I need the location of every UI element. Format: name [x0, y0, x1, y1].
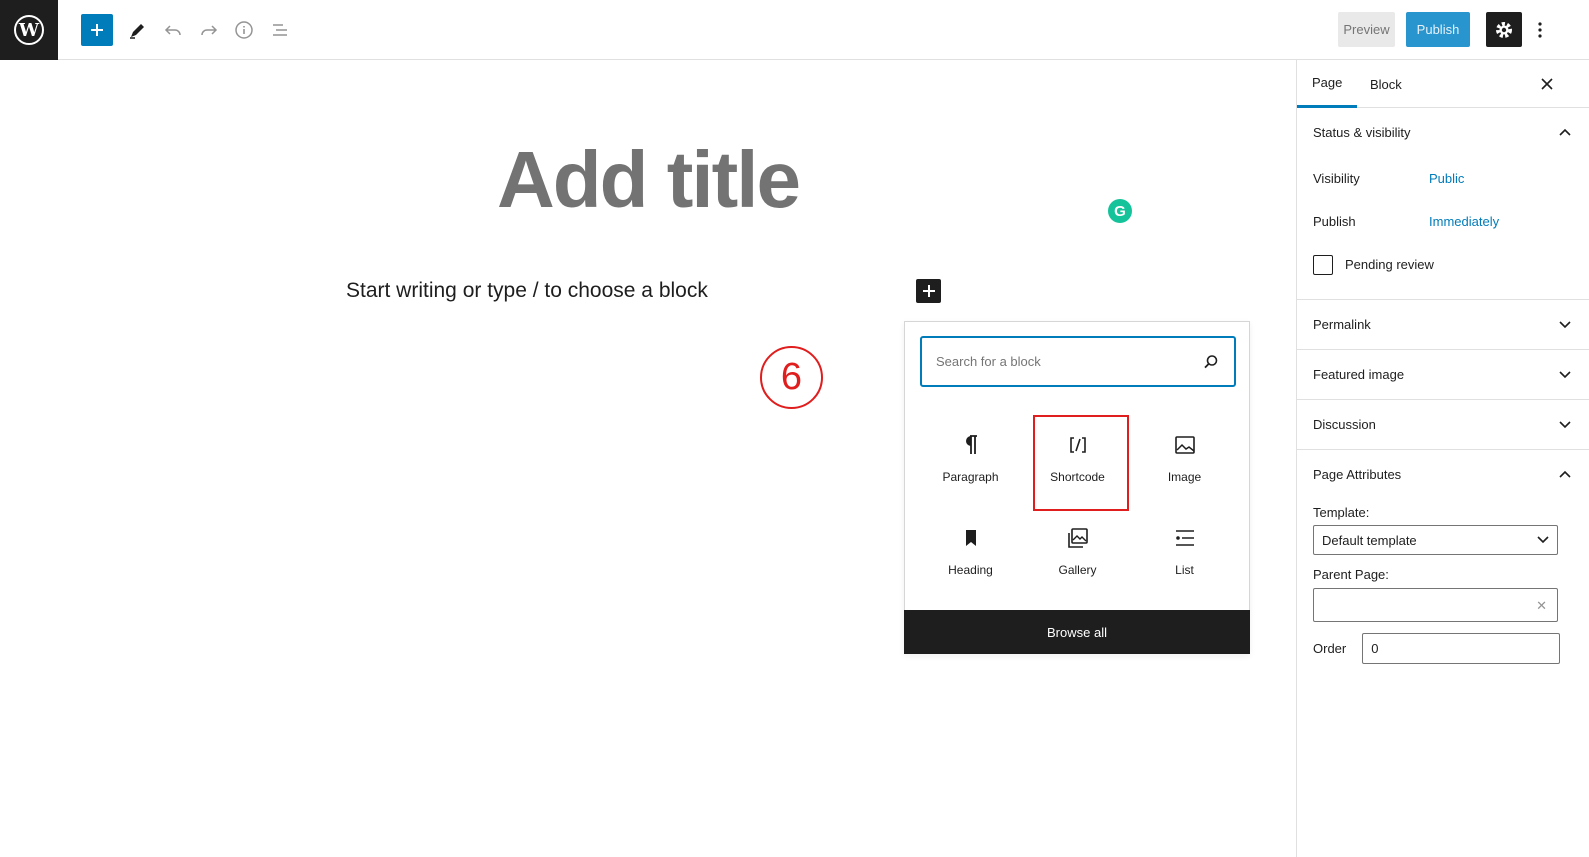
preview-button[interactable]: Preview [1338, 12, 1395, 47]
sidebar-tabs: Page Block [1297, 60, 1589, 108]
panel-title: Featured image [1313, 367, 1405, 382]
panel-title: Discussion [1313, 417, 1376, 432]
panel-title: Permalink [1313, 317, 1371, 332]
block-image[interactable]: Image [1131, 415, 1238, 508]
block-label: Heading [948, 563, 993, 577]
close-icon [1541, 78, 1553, 90]
chevron-down-icon [1555, 414, 1575, 434]
chevron-up-icon[interactable] [1555, 122, 1575, 142]
block-list-type[interactable]: List [1131, 508, 1238, 601]
bookmark-icon [965, 530, 976, 546]
status-visibility-panel: Status & visibility Visibility Public Pu… [1297, 108, 1589, 300]
chevron-up-icon[interactable] [1555, 464, 1575, 484]
settings-sidebar: Page Block Status & visibility Visibilit… [1296, 60, 1589, 857]
undo-button[interactable] [157, 14, 189, 46]
publish-button[interactable]: Publish [1406, 12, 1470, 47]
gallery-icon [1067, 528, 1088, 548]
redo-icon [201, 25, 218, 36]
search-icon [1204, 354, 1218, 368]
featured-image-panel[interactable]: Featured image [1297, 350, 1589, 400]
options-button[interactable] [1528, 12, 1552, 47]
grammarly-icon[interactable]: G [1108, 199, 1132, 223]
block-gallery[interactable]: Gallery [1024, 508, 1131, 601]
tab-block[interactable]: Block [1370, 60, 1402, 108]
settings-button[interactable] [1486, 12, 1522, 47]
order-label: Order [1313, 641, 1347, 656]
post-title-input[interactable]: Add title [0, 134, 1296, 226]
parent-page-label: Parent Page: [1313, 567, 1389, 582]
list-icon [1175, 530, 1194, 546]
wordpress-logo-button[interactable]: W [0, 0, 58, 60]
info-icon [235, 21, 253, 39]
quick-inserter-popover: Paragraph Shortcode Image H [904, 321, 1250, 654]
inline-block-inserter-button[interactable] [916, 279, 941, 303]
close-sidebar-button[interactable] [1535, 72, 1559, 96]
order-input[interactable]: 0 [1362, 633, 1561, 664]
template-value: Default template [1322, 532, 1417, 548]
parent-page-combobox[interactable]: ✕ [1313, 588, 1558, 622]
template-label: Template: [1313, 505, 1370, 520]
highlight-annotation [1033, 415, 1129, 511]
block-search-input[interactable] [936, 354, 1202, 369]
block-inserter-toggle-button[interactable] [81, 14, 113, 46]
pending-review-label: Pending review [1345, 257, 1434, 272]
block-label: List [1175, 563, 1194, 577]
chevron-down-icon [1555, 364, 1575, 384]
step-number-annotation: 6 [760, 346, 823, 409]
chevron-down-icon [1555, 314, 1575, 334]
details-button[interactable] [228, 14, 260, 46]
block-search-field[interactable] [920, 336, 1236, 387]
chevron-down-icon [1537, 536, 1549, 544]
redo-button[interactable] [193, 14, 225, 46]
page-attributes-panel: Page Attributes Template: Default templa… [1297, 450, 1589, 664]
pencil-icon [130, 24, 144, 39]
list-view-icon [273, 24, 287, 36]
visibility-value-link[interactable]: Public [1429, 171, 1464, 186]
pilcrow-icon [965, 435, 977, 454]
pending-review-checkbox[interactable] [1313, 254, 1333, 275]
tools-button[interactable] [121, 14, 153, 46]
tab-page[interactable]: Page [1297, 60, 1358, 108]
editor-canvas: Add title G Start writing or type / to c… [0, 60, 1296, 857]
editor-toolbar: W Preview Publish [0, 0, 1589, 60]
visibility-label: Visibility [1313, 171, 1360, 186]
discussion-panel[interactable]: Discussion [1297, 400, 1589, 450]
block-paragraph[interactable]: Paragraph [917, 415, 1024, 508]
image-icon [1174, 436, 1195, 454]
paragraph-block-placeholder[interactable]: Start writing or type / to choose a bloc… [346, 279, 708, 303]
plus-icon [91, 24, 103, 36]
plus-icon [922, 285, 935, 297]
undo-icon [164, 25, 181, 36]
panel-title[interactable]: Page Attributes [1297, 450, 1589, 499]
block-shortcode[interactable]: Shortcode [1024, 415, 1131, 511]
permalink-panel[interactable]: Permalink [1297, 300, 1589, 350]
block-label: Paragraph [942, 470, 999, 484]
gear-icon [1496, 21, 1512, 38]
list-view-button[interactable] [264, 14, 296, 46]
template-select[interactable]: Default template [1313, 525, 1558, 555]
browse-all-button[interactable]: Browse all [904, 610, 1250, 654]
svg-text:W: W [18, 20, 40, 41]
panel-title[interactable]: Status & visibility [1297, 108, 1589, 157]
publish-date-link[interactable]: Immediately [1429, 214, 1499, 229]
wordpress-logo-icon: W [14, 15, 44, 45]
block-label: Gallery [1058, 563, 1097, 577]
more-vertical-icon [1538, 21, 1542, 38]
block-heading[interactable]: Heading [917, 508, 1024, 601]
block-label: Image [1167, 470, 1202, 484]
block-list: Paragraph Shortcode Image Heading Galler… [917, 415, 1237, 601]
clear-icon[interactable]: ✕ [1536, 598, 1547, 614]
publish-label: Publish [1313, 214, 1356, 229]
